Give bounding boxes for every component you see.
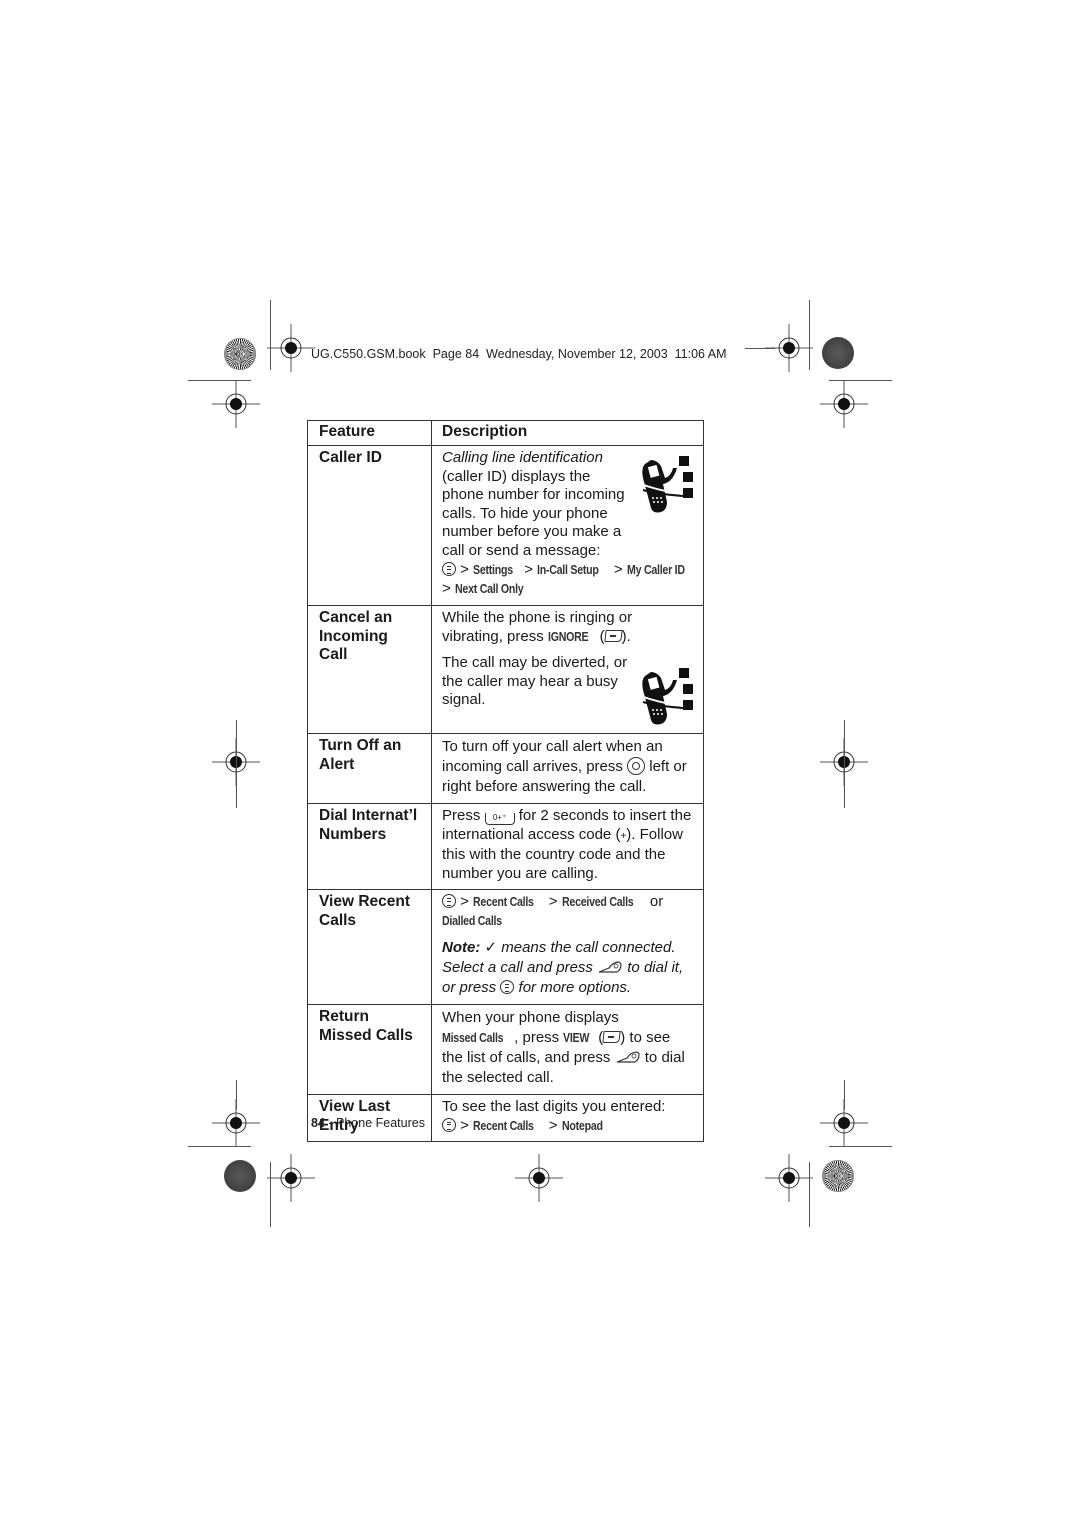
zero-plus-key-icon: 0+⁺ <box>484 813 515 825</box>
page-footer: 84 - Phone Features <box>311 1116 425 1130</box>
menu-path-item: Settings <box>473 563 513 577</box>
feature-name: View Recent Calls <box>307 889 432 1005</box>
menu-path-item: In-Call Setup <box>537 563 599 577</box>
menu-key-icon <box>442 562 456 576</box>
feature-description: When your phone displays Missed Calls, p… <box>431 1004 704 1095</box>
table-row: Cancel an Incoming Call While the phone … <box>307 605 704 734</box>
table-row: Dial Internat’l Numbers Press 0+⁺ for 2 … <box>307 803 704 890</box>
crop-mark-horizontal <box>745 348 775 349</box>
cancel-call-note: The call may be diverted, or the caller … <box>442 654 628 708</box>
table-row: Turn Off an Alert To turn off your call … <box>307 733 704 804</box>
registration-mark-icon <box>212 380 260 428</box>
menu-path-item: Dialled Calls <box>442 913 502 928</box>
right-softkey-icon <box>602 1031 621 1043</box>
feature-description: While the phone is ringing or vibrating,… <box>431 605 704 734</box>
caller-id-term: Calling line identification <box>442 449 603 466</box>
table-header-row: Feature Description <box>307 420 704 446</box>
menu-path-item: Next Call Only <box>454 581 524 596</box>
page-number: 84 <box>311 1116 325 1130</box>
network-feature-phone-icon <box>640 668 693 725</box>
feature-description: To see the last digits you entered: > Re… <box>431 1094 704 1142</box>
menu-path-item: My Caller ID <box>626 563 685 577</box>
crop-mark-vertical <box>236 720 237 808</box>
menu-key-icon <box>442 1117 456 1132</box>
left-softkey-icon <box>603 629 623 642</box>
recent-calls-note: Note: ✓ means the call connected. Select… <box>442 939 684 996</box>
table-row: View Recent Calls > Recent Calls > Recei… <box>307 889 704 1005</box>
crop-mark-vertical <box>844 1080 845 1110</box>
registration-mark-icon <box>267 324 315 372</box>
feature-name: Return Missed Calls <box>307 1004 432 1095</box>
feature-name: Caller ID <box>307 445 432 606</box>
registration-mark-icon <box>267 1154 315 1202</box>
registration-mark-icon <box>820 380 868 428</box>
starburst-target-icon <box>822 1160 854 1192</box>
table-row: Return Missed Calls When your phone disp… <box>307 1004 704 1095</box>
network-feature-phone-icon <box>640 456 693 513</box>
menu-key-icon <box>500 980 515 994</box>
feature-name: Dial Internat’l Numbers <box>307 803 432 890</box>
menu-path: > Recent Calls > Notepad <box>442 1117 695 1136</box>
print-slug: UG.C550.GSM.book Page 84 Wednesday, Nove… <box>311 347 727 361</box>
feature-table: Feature Description Caller ID Calling li… <box>307 420 704 1142</box>
ignore-softkey-label: IGNORE <box>547 629 589 644</box>
feature-description: Press 0+⁺ for 2 seconds to insert the in… <box>431 803 704 890</box>
feature-description: Calling line identification (caller ID) … <box>431 445 704 606</box>
menu-path: > Settings > In-Call Setup > My Caller I… <box>442 561 685 597</box>
section-name: - Phone Features <box>324 1116 425 1130</box>
feature-name: Turn Off an Alert <box>307 733 432 804</box>
color-target-icon <box>224 1160 256 1192</box>
send-key-icon <box>616 1051 640 1063</box>
feature-name: Cancel an Incoming Call <box>307 605 432 734</box>
feature-description: To turn off your call alert when an inco… <box>431 733 704 804</box>
send-key-icon <box>598 961 622 973</box>
menu-path-item: Recent Calls <box>473 1118 534 1133</box>
view-softkey-label: VIEW <box>563 1031 590 1045</box>
menu-path-item: Received Calls <box>561 895 634 909</box>
check-icon: ✓ <box>484 939 498 956</box>
header-feature: Feature <box>307 420 432 446</box>
registration-mark-icon <box>515 1154 563 1202</box>
crop-mark-vertical <box>236 1080 237 1110</box>
missed-calls-label: Missed Calls <box>442 1031 504 1045</box>
caller-id-text: (caller ID) displays the phone number fo… <box>442 467 625 559</box>
menu-path-item: Recent Calls <box>473 895 534 909</box>
navigation-key-icon <box>627 757 646 775</box>
header-description: Description <box>431 420 704 446</box>
color-target-icon <box>822 337 854 369</box>
feature-description: > Recent Calls > Received Calls or Diall… <box>431 889 704 1005</box>
menu-path: > Recent Calls > Received Calls or Diall… <box>442 893 695 930</box>
registration-mark-icon <box>765 1154 813 1202</box>
table-row: Caller ID Calling line identification (c… <box>307 445 704 606</box>
menu-key-icon <box>442 894 456 908</box>
menu-path-item: Notepad <box>561 1118 603 1133</box>
starburst-target-icon <box>224 338 256 370</box>
crop-mark-vertical <box>844 720 845 808</box>
